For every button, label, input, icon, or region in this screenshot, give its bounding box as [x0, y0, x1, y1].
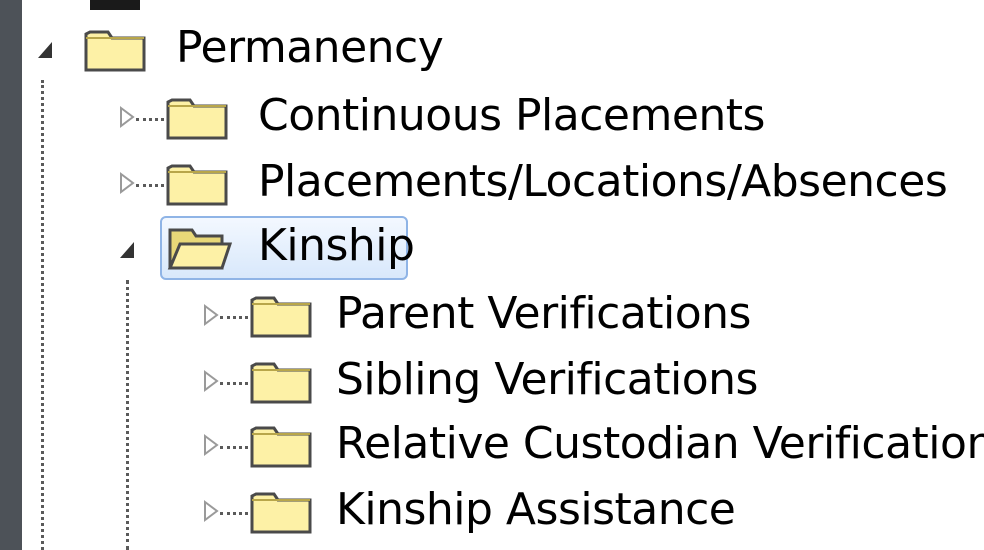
folder-icon [248, 486, 314, 536]
tree-node-label: Parent Verifications [336, 288, 751, 339]
folder-icon [248, 356, 314, 406]
open-folder-icon [166, 222, 232, 272]
expand-arrow-icon[interactable] [118, 106, 136, 128]
collapse-arrow-icon[interactable] [118, 240, 136, 262]
tree-node-label: Placements/Locations/Absences [258, 156, 948, 207]
tree-line-level1 [126, 280, 129, 550]
expand-arrow-icon[interactable] [118, 172, 136, 194]
tree-node-label: Permanency [176, 22, 444, 73]
expand-arrow-icon[interactable] [202, 304, 220, 326]
tree-connector [220, 512, 248, 515]
tree-connector [220, 316, 248, 319]
collapse-arrow-icon[interactable] [36, 40, 54, 62]
tree-connector [220, 382, 248, 385]
tree-node-label: Continuous Placements [258, 90, 765, 141]
previous-node-stub [90, 0, 140, 10]
tree-node-placements-locations-absences[interactable]: Placements/Locations/Absences [118, 152, 948, 216]
tree-view[interactable]: Permanency Continuous Placements Placeme… [22, 0, 984, 550]
folder-icon [164, 92, 230, 142]
tree-node-kinship[interactable]: Kinship [118, 216, 438, 280]
tree-node-permanency[interactable]: Permanency [36, 18, 456, 82]
tree-node-label: Kinship Assistance [336, 484, 736, 535]
tree-node-label: Kinship [258, 220, 415, 271]
tree-node-relative-custodian-verifications[interactable]: Relative Custodian Verifications [202, 414, 984, 478]
tree-node-kinship-assistance[interactable]: Kinship Assistance [202, 480, 762, 544]
expand-arrow-icon[interactable] [202, 500, 220, 522]
folder-icon [164, 158, 230, 208]
folder-icon [82, 24, 148, 74]
expand-arrow-icon[interactable] [202, 370, 220, 392]
expand-arrow-icon[interactable] [202, 434, 220, 456]
tree-node-label: Relative Custodian Verifications [336, 418, 984, 469]
tree-line-level0 [41, 80, 44, 550]
tree-node-continuous-placements[interactable]: Continuous Placements [118, 86, 765, 150]
tree-node-parent-verifications[interactable]: Parent Verifications [202, 284, 762, 348]
tree-connector [136, 118, 164, 121]
tree-connector [136, 184, 164, 187]
tree-connector [220, 446, 248, 449]
folder-icon [248, 290, 314, 340]
tree-node-label: Sibling Verifications [336, 354, 758, 405]
tree-node-sibling-verifications[interactable]: Sibling Verifications [202, 350, 762, 414]
folder-icon [248, 420, 314, 470]
